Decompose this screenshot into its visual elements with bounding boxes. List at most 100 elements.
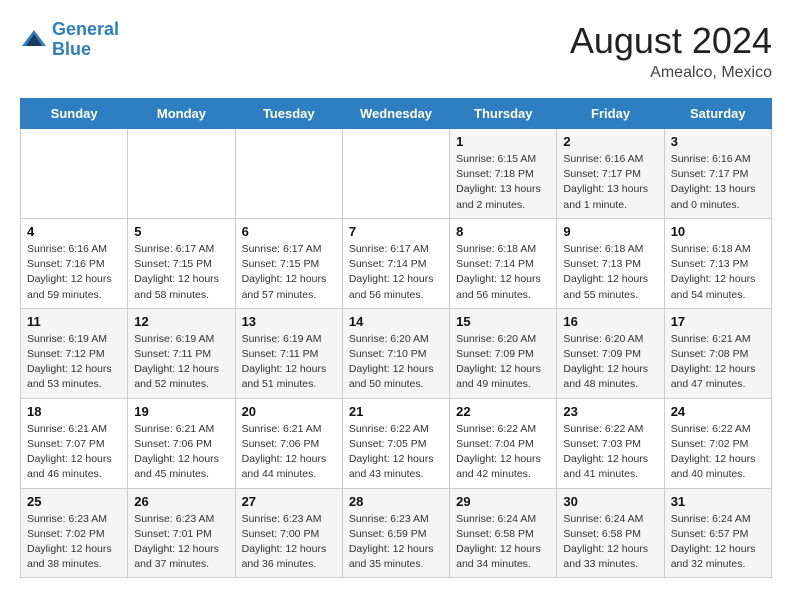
day-info: Sunrise: 6:16 AM Sunset: 7:17 PM Dayligh…: [563, 152, 657, 213]
calendar-cell: 28Sunrise: 6:23 AM Sunset: 6:59 PM Dayli…: [342, 488, 449, 578]
calendar-cell: 24 Sunrise: 6:22 AM Sunset: 7:02 PM Dayli…: [664, 398, 771, 488]
weekday-header-wednesday: Wednesday: [342, 99, 449, 129]
day-info: Sunrise: 6:24 AM Sunset: 6:57 PM Dayligh…: [671, 512, 765, 573]
day-number: 25: [27, 494, 121, 509]
calendar-cell: 16 Sunrise: 6:20 AM Sunset: 7:09 PM Dayli…: [557, 308, 664, 398]
day-info: Sunrise: 6:24 AM Sunset: 6:58 PM Dayligh…: [456, 512, 550, 573]
day-number: 31: [671, 494, 765, 509]
calendar-cell: 22Sunrise: 6:22 AM Sunset: 7:04 PM Dayli…: [450, 398, 557, 488]
day-info: Sunrise: 6:20 AM Sunset: 7:09 PM Dayligh…: [563, 332, 657, 393]
day-number: 10: [671, 224, 765, 239]
day-info: Sunrise: 6:20 AM Sunset: 7:09 PM Dayligh…: [456, 332, 550, 393]
day-info: Sunrise: 6:23 AM Sunset: 7:00 PM Dayligh…: [242, 512, 336, 573]
calendar-cell: 4 Sunrise: 6:16 AM Sunset: 7:16 PM Daylig…: [21, 218, 128, 308]
day-number: 4: [27, 224, 121, 239]
day-number: 15: [456, 314, 550, 329]
day-info: Sunrise: 6:15 AM Sunset: 7:18 PM Dayligh…: [456, 152, 550, 213]
month-title: August 2024: [570, 20, 772, 62]
day-number: 13: [242, 314, 336, 329]
day-number: 19: [134, 404, 228, 419]
calendar-week-row: 25 Sunrise: 6:23 AM Sunset: 7:02 PM Dayli…: [21, 488, 772, 578]
day-info: Sunrise: 6:21 AM Sunset: 7:08 PM Dayligh…: [671, 332, 765, 393]
calendar-week-row: 4 Sunrise: 6:16 AM Sunset: 7:16 PM Daylig…: [21, 218, 772, 308]
weekday-header-sunday: Sunday: [21, 99, 128, 129]
calendar-cell: 23 Sunrise: 6:22 AM Sunset: 7:03 PM Dayli…: [557, 398, 664, 488]
calendar-cell: 2 Sunrise: 6:16 AM Sunset: 7:17 PM Daylig…: [557, 129, 664, 219]
day-number: 24: [671, 404, 765, 419]
calendar-cell: 3 Sunrise: 6:16 AM Sunset: 7:17 PM Daylig…: [664, 129, 771, 219]
calendar-table: SundayMondayTuesdayWednesdayThursdayFrid…: [20, 98, 772, 578]
day-info: Sunrise: 6:22 AM Sunset: 7:04 PM Dayligh…: [456, 422, 550, 483]
day-number: 18: [27, 404, 121, 419]
day-info: Sunrise: 6:18 AM Sunset: 7:13 PM Dayligh…: [563, 242, 657, 303]
day-info: Sunrise: 6:17 AM Sunset: 7:15 PM Dayligh…: [242, 242, 336, 303]
day-info: Sunrise: 6:22 AM Sunset: 7:05 PM Dayligh…: [349, 422, 443, 483]
page-header: General Blue August 2024 Amealco, Mexico: [20, 20, 772, 82]
calendar-cell: 21 Sunrise: 6:22 AM Sunset: 7:05 PM Dayli…: [342, 398, 449, 488]
calendar-cell: 7 Sunrise: 6:17 AM Sunset: 7:14 PM Daylig…: [342, 218, 449, 308]
day-number: 7: [349, 224, 443, 239]
calendar-cell: 12Sunrise: 6:19 AM Sunset: 7:11 PM Dayli…: [128, 308, 235, 398]
day-info: Sunrise: 6:21 AM Sunset: 7:06 PM Dayligh…: [242, 422, 336, 483]
day-number: 30: [563, 494, 657, 509]
calendar-cell: 13 Sunrise: 6:19 AM Sunset: 7:11 PM Dayli…: [235, 308, 342, 398]
day-info: Sunrise: 6:19 AM Sunset: 7:11 PM Dayligh…: [242, 332, 336, 393]
day-info: Sunrise: 6:21 AM Sunset: 7:07 PM Dayligh…: [27, 422, 121, 483]
calendar-cell: 18 Sunrise: 6:21 AM Sunset: 7:07 PM Dayli…: [21, 398, 128, 488]
calendar-cell: 14Sunrise: 6:20 AM Sunset: 7:10 PM Dayli…: [342, 308, 449, 398]
day-number: 27: [242, 494, 336, 509]
calendar-cell: 26Sunrise: 6:23 AM Sunset: 7:01 PM Dayli…: [128, 488, 235, 578]
day-number: 20: [242, 404, 336, 419]
calendar-cell: 30 Sunrise: 6:24 AM Sunset: 6:58 PM Dayli…: [557, 488, 664, 578]
day-info: Sunrise: 6:24 AM Sunset: 6:58 PM Dayligh…: [563, 512, 657, 573]
weekday-header-monday: Monday: [128, 99, 235, 129]
calendar-cell: [342, 129, 449, 219]
day-number: 11: [27, 314, 121, 329]
logo-blue: Blue: [52, 39, 91, 59]
calendar-cell: 5Sunrise: 6:17 AM Sunset: 7:15 PM Daylig…: [128, 218, 235, 308]
day-info: Sunrise: 6:22 AM Sunset: 7:02 PM Dayligh…: [671, 422, 765, 483]
day-number: 8: [456, 224, 550, 239]
calendar-cell: [235, 129, 342, 219]
day-number: 6: [242, 224, 336, 239]
day-number: 23: [563, 404, 657, 419]
day-info: Sunrise: 6:17 AM Sunset: 7:14 PM Dayligh…: [349, 242, 443, 303]
day-number: 14: [349, 314, 443, 329]
day-info: Sunrise: 6:22 AM Sunset: 7:03 PM Dayligh…: [563, 422, 657, 483]
calendar-cell: 31 Sunrise: 6:24 AM Sunset: 6:57 PM Dayli…: [664, 488, 771, 578]
day-number: 3: [671, 134, 765, 149]
calendar-cell: 27 Sunrise: 6:23 AM Sunset: 7:00 PM Dayli…: [235, 488, 342, 578]
calendar-cell: 15 Sunrise: 6:20 AM Sunset: 7:09 PM Dayli…: [450, 308, 557, 398]
day-number: 29: [456, 494, 550, 509]
day-number: 16: [563, 314, 657, 329]
day-number: 9: [563, 224, 657, 239]
day-info: Sunrise: 6:19 AM Sunset: 7:12 PM Dayligh…: [27, 332, 121, 393]
calendar-cell: 19 Sunrise: 6:21 AM Sunset: 7:06 PM Dayli…: [128, 398, 235, 488]
calendar-cell: 11 Sunrise: 6:19 AM Sunset: 7:12 PM Dayli…: [21, 308, 128, 398]
day-info: Sunrise: 6:18 AM Sunset: 7:13 PM Dayligh…: [671, 242, 765, 303]
day-info: Sunrise: 6:16 AM Sunset: 7:16 PM Dayligh…: [27, 242, 121, 303]
logo: General Blue: [20, 20, 119, 60]
calendar-week-row: 11 Sunrise: 6:19 AM Sunset: 7:12 PM Dayli…: [21, 308, 772, 398]
weekday-header-thursday: Thursday: [450, 99, 557, 129]
calendar-cell: 8Sunrise: 6:18 AM Sunset: 7:14 PM Daylig…: [450, 218, 557, 308]
calendar-cell: 6 Sunrise: 6:17 AM Sunset: 7:15 PM Daylig…: [235, 218, 342, 308]
location: Amealco, Mexico: [570, 64, 772, 82]
calendar-cell: 29 Sunrise: 6:24 AM Sunset: 6:58 PM Dayli…: [450, 488, 557, 578]
calendar-cell: 1Sunrise: 6:15 AM Sunset: 7:18 PM Daylig…: [450, 129, 557, 219]
calendar-cell: 9 Sunrise: 6:18 AM Sunset: 7:13 PM Daylig…: [557, 218, 664, 308]
day-info: Sunrise: 6:21 AM Sunset: 7:06 PM Dayligh…: [134, 422, 228, 483]
weekday-header-saturday: Saturday: [664, 99, 771, 129]
day-info: Sunrise: 6:23 AM Sunset: 7:02 PM Dayligh…: [27, 512, 121, 573]
day-info: Sunrise: 6:19 AM Sunset: 7:11 PM Dayligh…: [134, 332, 228, 393]
weekday-header-row: SundayMondayTuesdayWednesdayThursdayFrid…: [21, 99, 772, 129]
day-info: Sunrise: 6:16 AM Sunset: 7:17 PM Dayligh…: [671, 152, 765, 213]
calendar-cell: [128, 129, 235, 219]
day-number: 2: [563, 134, 657, 149]
day-info: Sunrise: 6:23 AM Sunset: 6:59 PM Dayligh…: [349, 512, 443, 573]
day-number: 21: [349, 404, 443, 419]
logo-icon: [20, 26, 48, 54]
day-info: Sunrise: 6:23 AM Sunset: 7:01 PM Dayligh…: [134, 512, 228, 573]
calendar-week-row: 18 Sunrise: 6:21 AM Sunset: 7:07 PM Dayli…: [21, 398, 772, 488]
day-info: Sunrise: 6:17 AM Sunset: 7:15 PM Dayligh…: [134, 242, 228, 303]
